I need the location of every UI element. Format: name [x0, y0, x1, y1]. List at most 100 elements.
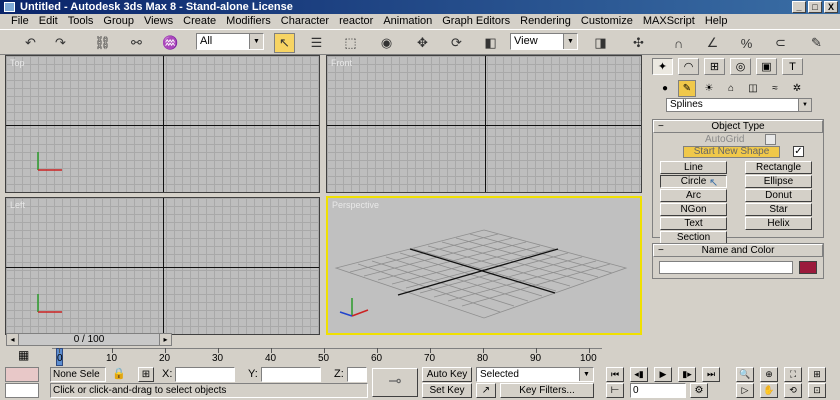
menu-graph-editors[interactable]: Graph Editors — [437, 14, 515, 29]
menu-group[interactable]: Group — [98, 14, 139, 29]
object-name-field[interactable] — [659, 261, 793, 274]
z-coordinate-field[interactable] — [347, 367, 367, 382]
select-object-icon[interactable]: ↖ — [274, 33, 295, 53]
key-mode-toggle-icon[interactable]: ⊢ — [606, 383, 624, 398]
go-to-start-icon[interactable]: ⏮ — [606, 367, 624, 382]
menu-views[interactable]: Views — [139, 14, 178, 29]
hierarchy-tab-icon[interactable]: ⊞ — [704, 58, 725, 75]
absolute-mode-icon[interactable]: ⊞ — [138, 367, 154, 382]
menu-reactor[interactable]: reactor — [334, 14, 378, 29]
menu-animation[interactable]: Animation — [378, 14, 437, 29]
start-new-shape-button[interactable]: Start New Shape — [683, 146, 780, 158]
arc-button[interactable]: Arc — [660, 189, 727, 202]
menu-rendering[interactable]: Rendering — [515, 14, 576, 29]
helix-button[interactable]: Helix — [745, 217, 812, 230]
zoom-extents-icon[interactable]: ⛶ — [784, 367, 802, 382]
utilities-tab-icon[interactable]: T — [782, 58, 803, 75]
go-to-end-icon[interactable]: ⏭ — [702, 367, 720, 382]
start-new-shape-checkbox[interactable]: ✓ — [793, 146, 804, 157]
auto-key-button[interactable]: Auto Key — [422, 367, 472, 382]
snap-3d-icon[interactable]: ∩ — [668, 33, 689, 53]
next-frame-icon[interactable]: ▸ — [159, 334, 171, 345]
track-bar[interactable]: 0 10 20 30 40 50 60 70 80 90 100 — [52, 348, 602, 366]
move-icon[interactable]: ✥ — [412, 33, 433, 53]
name-and-color-header[interactable]: − Name and Color — [653, 244, 823, 257]
zoom-all-icon[interactable]: ⊕ — [760, 367, 778, 382]
pan-icon[interactable]: ✋ — [760, 383, 778, 398]
zoom-icon[interactable]: 🔍 — [736, 367, 754, 382]
maxscript-listener[interactable] — [5, 367, 39, 382]
orbit-icon[interactable]: ⟲ — [784, 383, 802, 398]
next-frame-icon[interactable]: ▮▸ — [678, 367, 696, 382]
x-coordinate-field[interactable] — [175, 367, 235, 382]
link-icon[interactable]: ⛓ — [92, 33, 113, 53]
menu-tools[interactable]: Tools — [63, 14, 99, 29]
create-tab-icon[interactable]: ✦ — [652, 58, 673, 75]
donut-button[interactable]: Donut — [745, 189, 812, 202]
systems-icon[interactable]: ✲ — [788, 80, 806, 97]
rectangle-button[interactable]: Rectangle — [745, 161, 812, 174]
menu-help[interactable]: Help — [700, 14, 733, 29]
rotate-icon[interactable]: ⟳ — [446, 33, 467, 53]
ngon-button[interactable]: NGon — [660, 203, 727, 216]
object-color-swatch[interactable] — [799, 261, 817, 274]
prev-frame-icon[interactable]: ◂ — [7, 334, 19, 345]
motion-tab-icon[interactable]: ◎ — [730, 58, 751, 75]
maxscript-input[interactable] — [5, 383, 39, 398]
helpers-icon[interactable]: ◫ — [744, 80, 762, 97]
modify-tab-icon[interactable]: ◠ — [678, 58, 699, 75]
field-of-view-icon[interactable]: ▷ — [736, 383, 754, 398]
selection-filter-dropdown[interactable]: All ▼ — [196, 33, 264, 50]
select-by-name-icon[interactable]: ☰ — [306, 33, 327, 53]
named-selection-icon[interactable]: ✎ — [806, 33, 827, 53]
select-manipulate-icon[interactable]: ✣ — [628, 33, 649, 53]
previous-frame-icon[interactable]: ◂▮ — [630, 367, 648, 382]
maximize-viewport-icon[interactable]: ⊡ — [808, 383, 826, 398]
ellipse-button[interactable]: Ellipse — [745, 175, 812, 188]
menu-file[interactable]: File — [6, 14, 34, 29]
angle-snap-icon[interactable]: ∠ — [702, 33, 723, 53]
category-dropdown[interactable]: Splines ▼ — [666, 98, 812, 112]
reference-coordinate-dropdown[interactable]: View ▼ — [510, 33, 578, 50]
redo-icon[interactable]: ↷ — [50, 33, 71, 53]
object-type-header[interactable]: − Object Type — [653, 120, 823, 133]
menu-maxscript[interactable]: MAXScript — [638, 14, 700, 29]
line-button[interactable]: Line — [660, 161, 727, 174]
play-icon[interactable]: ▶ — [654, 367, 672, 382]
maximize-button[interactable]: □ — [808, 1, 822, 13]
lights-icon[interactable]: ☀ — [700, 80, 718, 97]
viewport-top[interactable]: Top — [5, 55, 320, 193]
menu-character[interactable]: Character — [276, 14, 334, 29]
percent-snap-icon[interactable]: % — [736, 33, 757, 53]
viewport-front[interactable]: Front — [326, 55, 642, 193]
unlink-icon[interactable]: ⚯ — [126, 33, 147, 53]
rectangular-region-icon[interactable]: ⬚ — [340, 33, 361, 53]
pivot-center-icon[interactable]: ◨ — [590, 33, 611, 53]
key-tangent-icon[interactable]: ↗ — [476, 383, 496, 398]
lock-icon[interactable]: 🔒 — [112, 367, 126, 380]
star-button[interactable]: Star — [745, 203, 812, 216]
key-mode-dropdown[interactable]: Selected ▼ — [476, 367, 594, 382]
time-slider[interactable]: ◂ 0 / 100 ▸ — [6, 333, 172, 346]
autogrid-checkbox[interactable] — [765, 134, 776, 145]
viewport-perspective[interactable]: Perspective — [326, 196, 642, 335]
shapes-icon[interactable]: ✎ — [678, 80, 696, 97]
close-button[interactable]: X — [824, 1, 838, 13]
zoom-extents-all-icon[interactable]: ⊞ — [808, 367, 826, 382]
spinner-snap-icon[interactable]: ⊂ — [770, 33, 791, 53]
minimize-button[interactable]: _ — [792, 1, 806, 13]
menu-create[interactable]: Create — [178, 14, 221, 29]
current-frame-field[interactable]: 0 — [630, 383, 686, 398]
menu-edit[interactable]: Edit — [34, 14, 63, 29]
geometry-icon[interactable]: ● — [656, 80, 674, 97]
y-coordinate-field[interactable] — [261, 367, 321, 382]
bind-spacewarp-icon[interactable]: ♒ — [160, 33, 181, 53]
viewport-left[interactable]: Left — [5, 197, 320, 335]
menu-modifiers[interactable]: Modifiers — [221, 14, 276, 29]
time-config-icon[interactable]: ⚙ — [690, 383, 708, 398]
set-key-button[interactable]: Set Key — [422, 383, 472, 398]
text-button[interactable]: Text — [660, 217, 727, 230]
display-tab-icon[interactable]: ▣ — [756, 58, 777, 75]
cameras-icon[interactable]: ⌂ — [722, 80, 740, 97]
key-filters-button[interactable]: Key Filters... — [500, 383, 594, 398]
